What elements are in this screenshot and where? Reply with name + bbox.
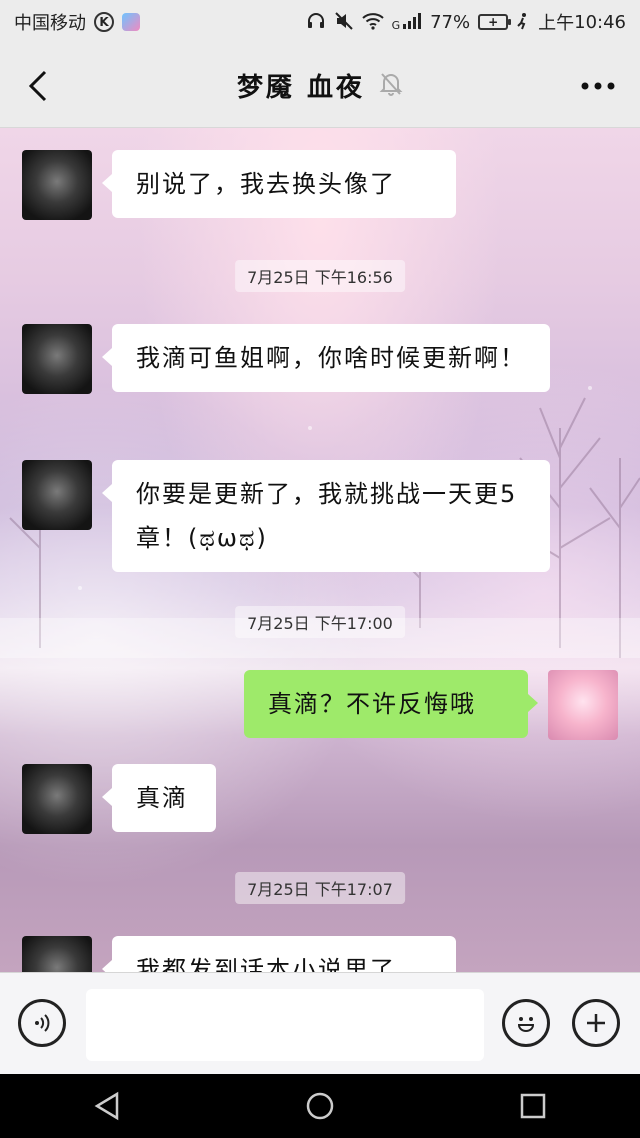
message-bubble[interactable]: 我都发到话本小说里了 [102,936,456,972]
signal-icon [402,12,422,33]
time-prefix: 上午 [538,13,575,34]
input-bar [0,972,640,1074]
contact-avatar[interactable] [22,150,92,220]
plus-icon [587,1014,605,1032]
run-icon [516,12,530,33]
back-arrow-icon [28,70,47,102]
more-dots-icon [581,82,615,90]
voice-icon [35,1014,50,1032]
contact-avatar[interactable] [22,764,92,834]
contact-avatar[interactable] [22,460,92,530]
nav-back-button[interactable] [85,1084,129,1128]
contact-avatar[interactable] [22,936,92,972]
chat-message-list[interactable]: 别说了，我去换头像了 7月25日 下午16:56 我滴可鱼姐啊，你啥时候更新啊！… [0,128,640,972]
self-avatar[interactable] [548,670,618,740]
contact-avatar[interactable] [22,324,92,394]
chat-title[interactable]: 梦魇 血夜 [237,67,365,104]
emoji-icon [517,1017,535,1032]
network-type-label: G [391,19,401,32]
carrier-name: 中国移动 [14,13,86,34]
nav-home-button[interactable] [298,1084,342,1128]
status-left: 中国移动 K [14,9,140,35]
emoji-button[interactable] [502,999,550,1047]
chat-screen: 中国移动 K G 77% + 上午 10:46 梦魇 血夜 别说了，我去换头像了… [0,0,640,1138]
message-input[interactable] [86,989,484,1061]
bell-off-icon [379,71,403,101]
system-nav-bar [0,1074,640,1138]
clock-time: 10:46 [574,11,626,33]
message-bubble[interactable]: 真滴 [102,764,216,832]
mute-icon [334,11,354,34]
message-bubble[interactable]: 我滴可鱼姐啊，你啥时候更新啊！ [102,324,550,392]
message-bubble[interactable]: 别说了，我去换头像了 [102,150,456,218]
nav-recent-button[interactable] [511,1084,555,1128]
message-timestamp: 7月25日 下午17:00 [235,606,405,638]
plus-button[interactable] [572,999,620,1047]
voice-button[interactable] [18,999,66,1047]
more-button[interactable] [578,66,618,106]
wifi-icon [361,12,384,33]
battery-percent: 77% [430,11,471,33]
back-button[interactable] [18,66,58,106]
k-badge-icon: K [94,12,114,32]
nav-home-icon [306,1092,334,1120]
status-right: G 77% + 上午 10:46 [306,9,626,35]
chat-header: 梦魇 血夜 [0,44,640,128]
message-bubble-self[interactable]: 真滴？不许反悔哦 [244,670,538,738]
status-bar: 中国移动 K G 77% + 上午 10:46 [0,0,640,44]
battery-icon: + [478,14,512,30]
nav-recent-icon [521,1093,546,1119]
nav-back-icon [94,1091,118,1121]
headphones-icon [306,11,326,34]
title-wrap: 梦魇 血夜 [237,67,403,104]
message-bubble[interactable]: 你要是更新了，我就挑战一天更5章！(ಥωಥ) [102,460,550,572]
message-timestamp: 7月25日 下午17:07 [235,872,405,904]
app-notification-icon [122,13,140,31]
message-timestamp: 7月25日 下午16:56 [235,260,405,292]
